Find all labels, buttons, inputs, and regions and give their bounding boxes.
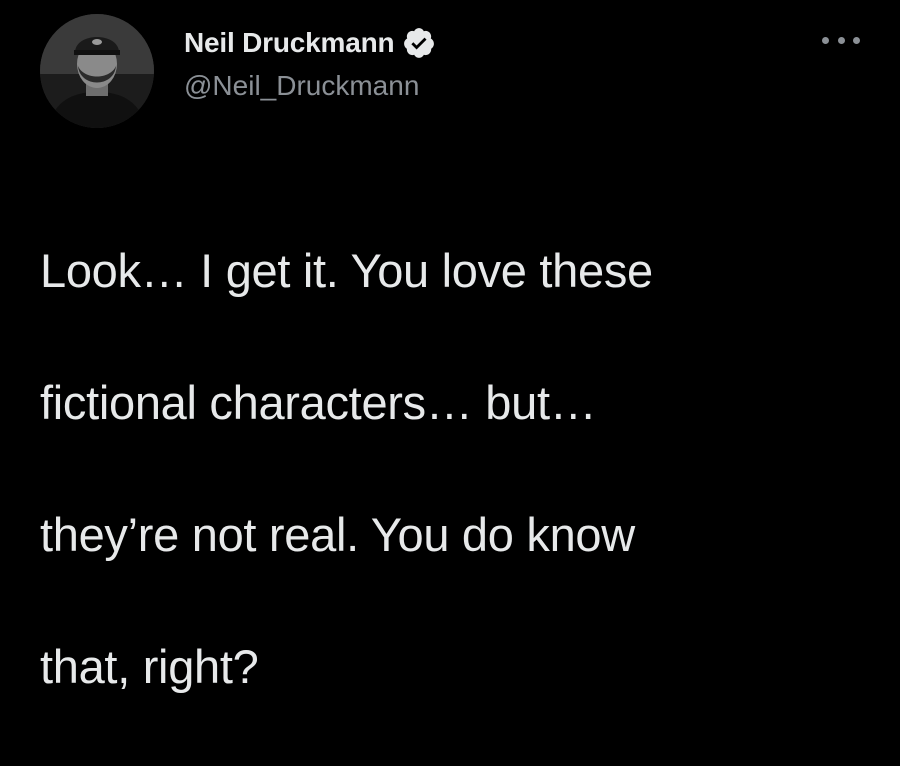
author-display-name[interactable]: Neil Druckmann xyxy=(184,27,395,59)
tweet-text-line: they’re not real. You do know xyxy=(40,508,635,561)
author-handle[interactable]: @Neil_Druckmann xyxy=(184,70,436,102)
more-options-icon[interactable] xyxy=(822,28,860,52)
tweet-text-line: fictional characters… but… xyxy=(40,376,597,429)
more-dot-icon xyxy=(822,36,829,44)
author-avatar[interactable] xyxy=(40,14,154,128)
user-avatar-icon xyxy=(40,14,154,128)
more-dot-icon xyxy=(837,36,845,44)
author-info: Neil Druckmann @Neil_Druckmann xyxy=(184,24,436,102)
tweet-text: Look… I get it. You love these fictional… xyxy=(40,172,820,766)
tweet-text-line: that, right? xyxy=(40,640,259,693)
tweet-card: Neil Druckmann @Neil_Druckmann Look… I g… xyxy=(0,0,900,693)
author-name-row: Neil Druckmann xyxy=(184,24,436,62)
verified-badge-icon xyxy=(402,26,436,60)
more-dot-icon xyxy=(853,36,860,44)
tweet-text-line: Look… I get it. You love these xyxy=(40,244,653,297)
